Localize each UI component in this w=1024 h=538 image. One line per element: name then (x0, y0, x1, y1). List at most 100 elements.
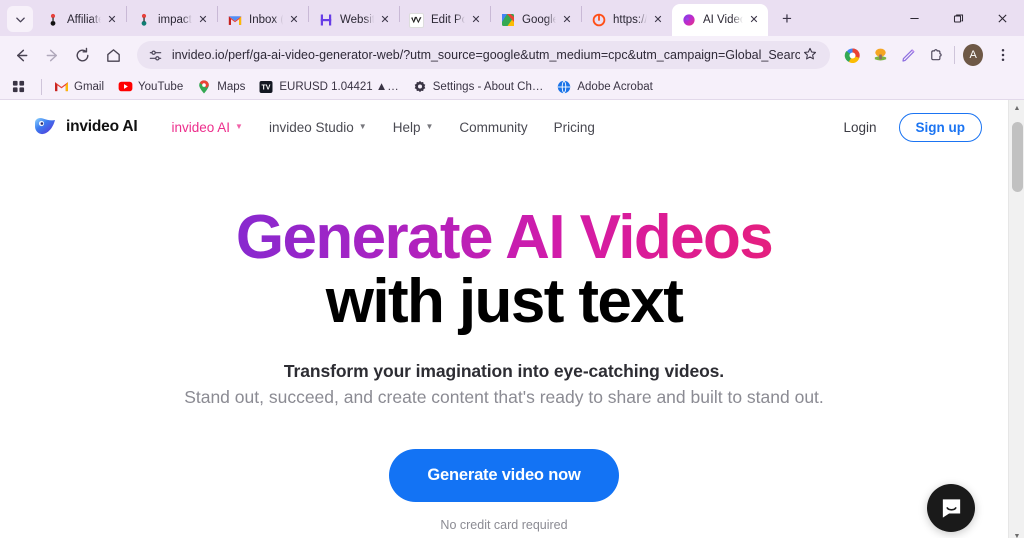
brand-logo[interactable]: invideo AI (32, 114, 138, 140)
star-icon[interactable] (800, 47, 820, 64)
hero-subtitle-muted: Stand out, succeed, and create content t… (184, 386, 824, 407)
browser-tab[interactable]: Google M ✕ (491, 4, 581, 36)
nav-item-community[interactable]: Community (459, 120, 527, 135)
scrollbar-thumb[interactable] (1012, 122, 1023, 192)
bookmark-label: Adobe Acrobat (577, 80, 653, 93)
home-button[interactable] (100, 40, 127, 70)
close-icon[interactable]: ✕ (746, 12, 762, 28)
chevron-down-icon: ▼ (425, 122, 434, 131)
bookmark-star-icon (803, 47, 816, 59)
bookmarks-bar: Gmail YouTube Maps TV EURUSD 1.04421 ▲… … (0, 74, 1024, 100)
close-icon[interactable]: ✕ (195, 12, 211, 28)
minimize-button[interactable] (892, 2, 936, 34)
browser-tab[interactable]: https://pla ✕ (582, 4, 672, 36)
cta-note: No credit card required (440, 517, 568, 532)
browser-tab[interactable]: Edit Post " ✕ (400, 4, 490, 36)
bookmark-apps-shortcut[interactable] (10, 79, 31, 95)
apps-grid-icon (10, 79, 26, 95)
bookmark-item-adobe-acrobat[interactable]: Adobe Acrobat (556, 79, 653, 95)
google-lens-icon[interactable] (840, 41, 866, 69)
close-icon[interactable]: ✕ (468, 12, 484, 28)
address-bar[interactable]: invideo.io/perf/ga-ai-video-generator-we… (136, 41, 830, 69)
window-controls (892, 0, 1024, 36)
bookmark-item-youtube[interactable]: YouTube (117, 79, 183, 95)
tab-title: AI Video G (703, 14, 743, 26)
nav-links: invideo AI ▼ invideo Studio ▼ Help ▼ Com… (172, 120, 595, 135)
tradingview-icon: TV (258, 79, 274, 95)
back-arrow-icon (16, 49, 28, 61)
browser-window: Affiliate Pa ✕ impact.com ✕ Inbox (2,18 … (0, 0, 1024, 538)
tab-title: https://pla (613, 14, 647, 26)
bookmark-item-tradingview[interactable]: TV EURUSD 1.04421 ▲… (258, 79, 399, 95)
chevron-down-icon: ▼ (235, 122, 243, 131)
browser-tab[interactable]: Affiliate Pa ✕ (36, 4, 126, 36)
avatar[interactable]: A (963, 44, 983, 66)
signup-button[interactable]: Sign up (898, 112, 982, 142)
tab-title: Edit Post " (431, 14, 465, 26)
minimize-icon (909, 17, 919, 19)
nav-item-invideo-ai[interactable]: invideo AI ▼ (172, 120, 243, 135)
bookmark-divider (41, 78, 42, 95)
browser-tab[interactable]: impact.com ✕ (127, 4, 217, 36)
intercom-chat-icon[interactable] (927, 484, 975, 532)
bookmark-label: Gmail (74, 80, 105, 93)
scroll-up-arrow-icon[interactable]: ▲ (1009, 100, 1024, 116)
generate-video-button[interactable]: Generate video now (389, 448, 619, 502)
tab-search-icon[interactable] (7, 6, 33, 32)
impact-icon (136, 13, 151, 28)
hostinger-icon (318, 13, 333, 28)
page-scrollbar[interactable]: ▲ ▼ (1008, 100, 1024, 538)
bookmark-item-gmail[interactable]: Gmail (53, 79, 104, 95)
close-icon[interactable]: ✕ (104, 12, 120, 28)
edit-pen-icon[interactable] (896, 41, 922, 69)
reload-icon (76, 47, 89, 61)
close-icon[interactable]: ✕ (286, 12, 302, 28)
hero-subtitle-bold: Transform your imagination into eye-catc… (283, 360, 725, 381)
reload-button[interactable] (69, 40, 96, 70)
tab-title: Websites | (340, 14, 374, 26)
new-tab-button[interactable]: + (773, 5, 801, 33)
close-icon[interactable]: ✕ (377, 12, 393, 28)
nav-label: invideo AI (171, 119, 231, 135)
browser-tab-active[interactable]: AI Video G ✕ (672, 4, 768, 36)
extensions-icon[interactable] (924, 41, 950, 69)
maps-pin-icon (196, 79, 212, 95)
three-dot-menu-icon[interactable] (990, 41, 1016, 69)
redirect-icon (591, 13, 606, 28)
bookmark-item-settings[interactable]: Settings - About Ch… (412, 79, 544, 95)
gmail-icon (53, 79, 69, 95)
bookmark-item-maps[interactable]: Maps (196, 79, 245, 95)
invideo-logo-icon (32, 114, 58, 140)
tab-title: impact.com (158, 14, 192, 26)
browser-tab[interactable]: Websites | ✕ (309, 4, 399, 36)
back-button[interactable] (8, 40, 35, 70)
google-maps-icon (500, 13, 515, 28)
scroll-down-arrow-icon[interactable]: ▼ (1009, 528, 1024, 538)
page-viewport: invideo AI invideo AI ▼ invideo Studio ▼… (0, 100, 1024, 538)
maximize-button[interactable] (936, 2, 980, 34)
bookmark-label: Maps (217, 80, 246, 93)
site-settings-icon[interactable] (148, 48, 163, 63)
invideo-landing-page: invideo AI invideo AI ▼ invideo Studio ▼… (0, 100, 1008, 538)
hero-section: Generate AI Videos with just text Transf… (0, 154, 1008, 532)
close-window-button[interactable] (980, 2, 1024, 34)
page-title: Generate AI Videos with just text (0, 206, 1008, 334)
globe-icon (556, 79, 572, 95)
extension-puzzle-icon[interactable] (868, 41, 894, 69)
close-icon[interactable]: ✕ (559, 12, 575, 28)
browser-tab[interactable]: Inbox (2,18 ✕ (218, 4, 308, 36)
forward-button[interactable] (39, 40, 66, 70)
tab-title: Google M (522, 14, 556, 26)
tab-container: Affiliate Pa ✕ impact.com ✕ Inbox (2,18 … (36, 0, 892, 36)
nav-label: Pricing (553, 119, 595, 135)
close-icon[interactable]: ✕ (650, 12, 666, 28)
login-link[interactable]: Login (843, 120, 876, 135)
wordpress-icon (409, 12, 424, 28)
bookmark-label: Settings - About Ch… (432, 80, 544, 93)
nav-label: Help (392, 119, 421, 135)
tune-icon (149, 49, 162, 61)
chevron-down-icon: ▼ (358, 122, 367, 131)
nav-item-invideo-studio[interactable]: invideo Studio ▼ (269, 120, 367, 135)
nav-item-help[interactable]: Help ▼ (393, 120, 434, 135)
nav-item-pricing[interactable]: Pricing (554, 120, 595, 135)
